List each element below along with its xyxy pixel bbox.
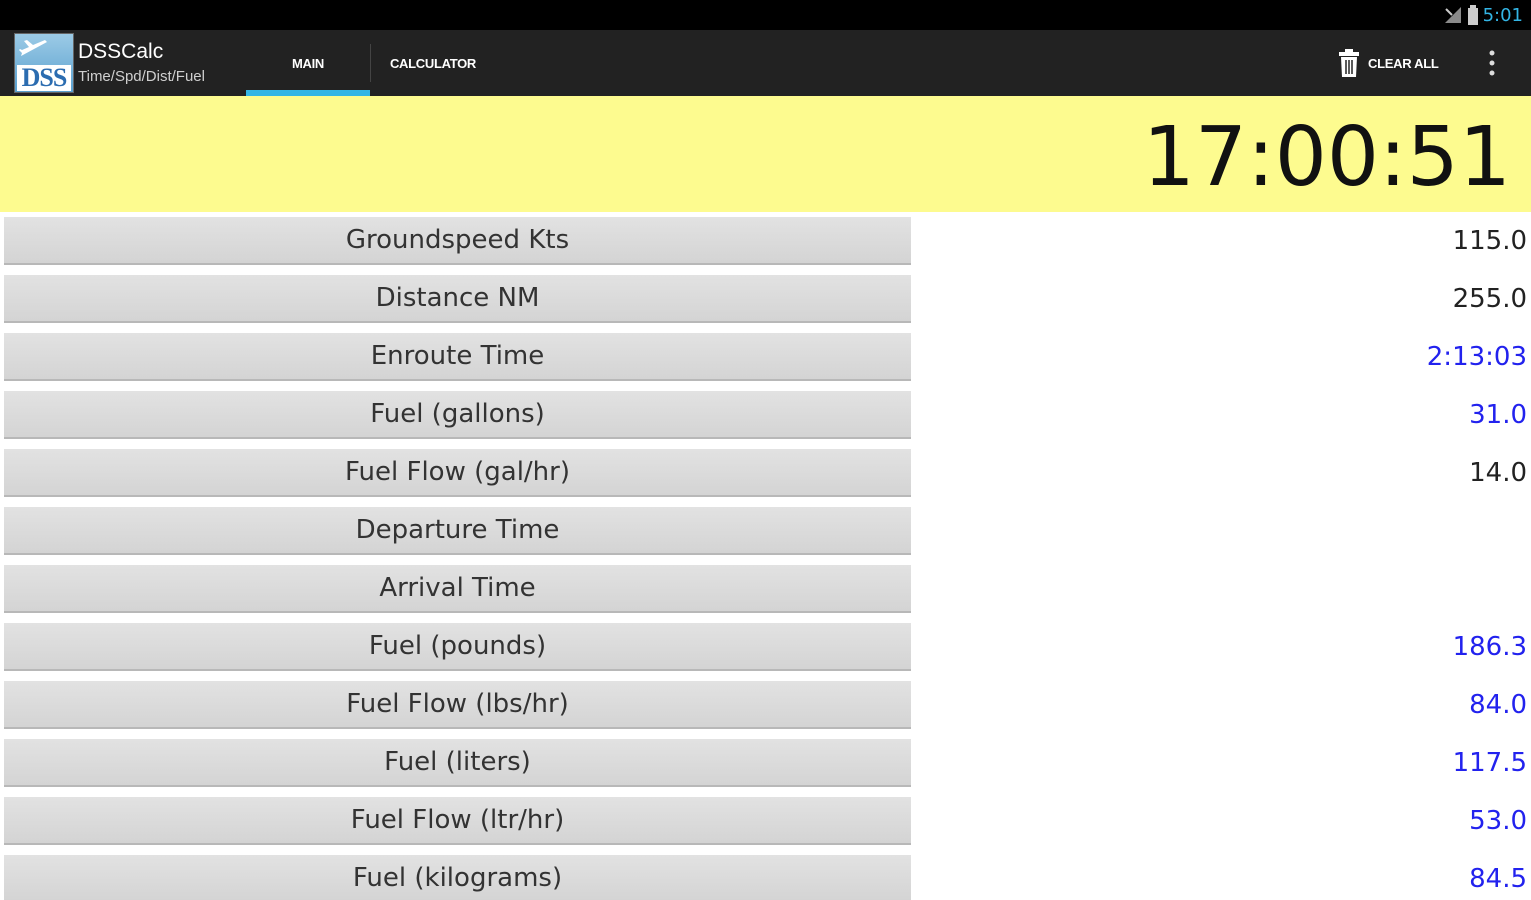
clock-panel: 17:00:51 [0,96,1531,212]
fuel-kilograms-button[interactable]: Fuel (kilograms) [4,855,911,900]
fuel-liters-button[interactable]: Fuel (liters) [4,739,911,787]
clear-all-label: CLEAR ALL [1368,55,1439,71]
status-bar: 5:01 [0,0,1531,30]
fuel-flow-ltr-button[interactable]: Fuel Flow (ltr/hr) [4,797,911,845]
row-fuel-flow-gal: Fuel Flow (gal/hr) 14.0 [0,444,1531,502]
status-clock: 5:01 [1482,4,1523,26]
row-fuel-liters: Fuel (liters) 117.5 [0,734,1531,792]
tab-calculator[interactable]: CALCULATOR [371,30,495,96]
clear-all-button[interactable]: CLEAR ALL [1338,30,1439,96]
app-title: DSSCalc [78,40,164,63]
row-fuel-kilograms: Fuel (kilograms) 84.5 [0,850,1531,900]
fuel-flow-gal-value[interactable]: 14.0 [1469,449,1527,497]
groundspeed-value[interactable]: 115.0 [1453,217,1527,265]
app-subtitle: Time/Spd/Dist/Fuel [78,68,205,85]
airplane-icon [19,40,47,56]
row-fuel-flow-ltr: Fuel Flow (ltr/hr) 53.0 [0,792,1531,850]
enroute-time-value[interactable]: 2:13:03 [1427,333,1527,381]
app-logo[interactable]: DSS [14,33,74,93]
signal-icon [1444,7,1461,23]
app-logo-text: DSS [17,65,71,91]
arrival-time-button[interactable]: Arrival Time [4,565,911,613]
row-fuel-flow-lbs: Fuel Flow (lbs/hr) 84.0 [0,676,1531,734]
more-vertical-icon [1489,50,1495,76]
fuel-flow-ltr-value[interactable]: 53.0 [1469,797,1527,845]
fuel-gallons-button[interactable]: Fuel (gallons) [4,391,911,439]
fuel-pounds-button[interactable]: Fuel (pounds) [4,623,911,671]
row-fuel-gallons: Fuel (gallons) 31.0 [0,386,1531,444]
row-departure-time: Departure Time [0,502,1531,560]
row-distance: Distance NM 255.0 [0,270,1531,328]
tab-main[interactable]: MAIN [246,30,370,96]
row-arrival-time: Arrival Time [0,560,1531,618]
overflow-menu-button[interactable] [1474,30,1510,96]
departure-time-button[interactable]: Departure Time [4,507,911,555]
fuel-gallons-value[interactable]: 31.0 [1469,391,1527,439]
trash-icon [1339,49,1359,77]
battery-icon [1467,5,1478,25]
current-time-display: 17:00:51 [1142,110,1511,205]
fuel-kilograms-value[interactable]: 84.5 [1469,855,1527,900]
action-bar: DSS DSSCalc Time/Spd/Dist/Fuel MAIN CALC… [0,30,1531,96]
fuel-flow-lbs-value[interactable]: 84.0 [1469,681,1527,729]
distance-button[interactable]: Distance NM [4,275,911,323]
row-fuel-pounds: Fuel (pounds) 186.3 [0,618,1531,676]
calculator-rows: Groundspeed Kts 115.0 Distance NM 255.0 … [0,212,1531,900]
distance-value[interactable]: 255.0 [1453,275,1527,323]
enroute-time-button[interactable]: Enroute Time [4,333,911,381]
row-enroute-time: Enroute Time 2:13:03 [0,328,1531,386]
fuel-pounds-value[interactable]: 186.3 [1453,623,1527,671]
fuel-liters-value[interactable]: 117.5 [1453,739,1527,787]
groundspeed-button[interactable]: Groundspeed Kts [4,217,911,265]
status-icons: 5:01 [1443,4,1523,26]
fuel-flow-gal-button[interactable]: Fuel Flow (gal/hr) [4,449,911,497]
row-groundspeed: Groundspeed Kts 115.0 [0,212,1531,270]
fuel-flow-lbs-button[interactable]: Fuel Flow (lbs/hr) [4,681,911,729]
